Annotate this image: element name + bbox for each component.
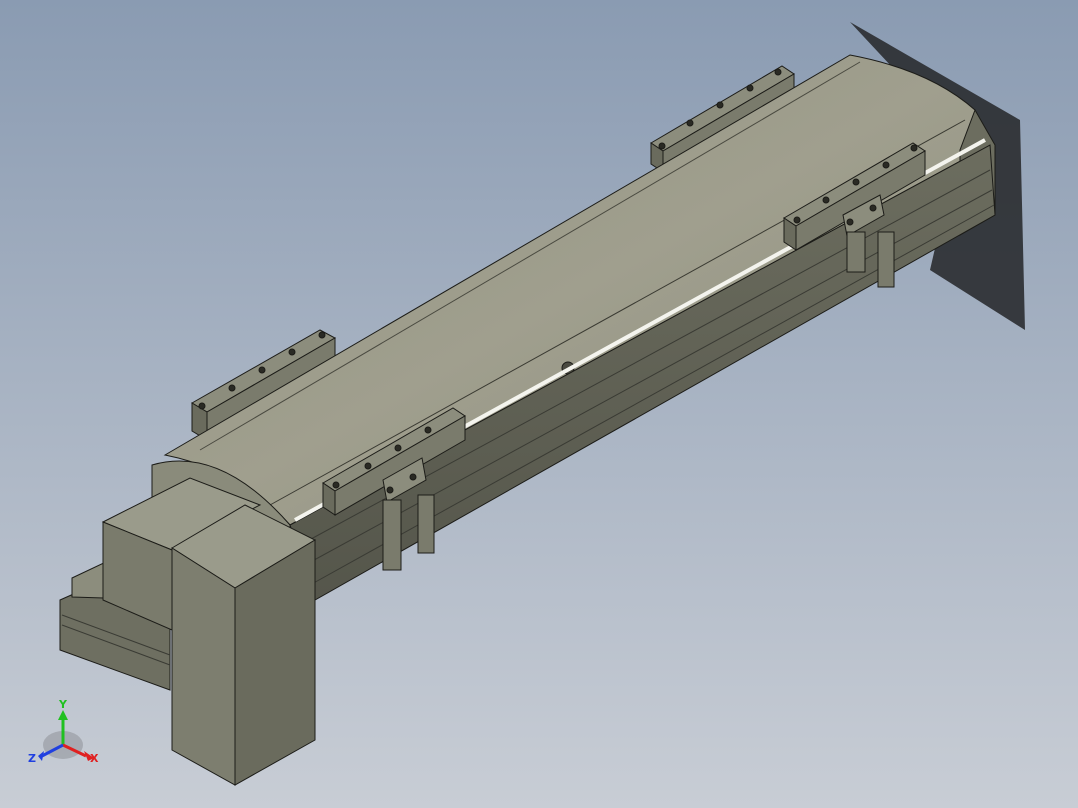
triad-x-label: X [90,752,99,765]
coupling-housing[interactable] [171,504,317,786]
triad-y-label: Y [58,698,68,711]
triad-z-label: Z [28,752,36,765]
cad-viewport[interactable]: Y X Z [0,0,1078,808]
model-view[interactable]: Y X Z [0,0,1078,808]
